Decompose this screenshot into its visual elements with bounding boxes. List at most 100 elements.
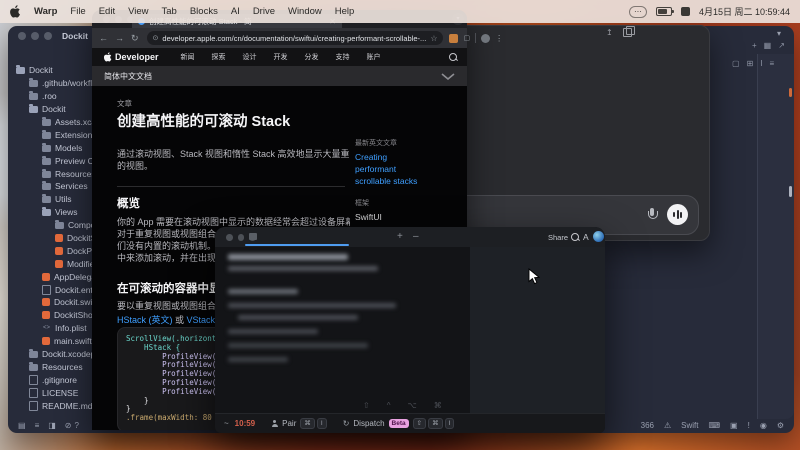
alert-icon[interactable]: ! <box>748 421 750 430</box>
account-avatar[interactable] <box>593 231 604 242</box>
back-button[interactable]: ← <box>99 33 108 43</box>
diagnostics-indicator[interactable]: ⊘? <box>65 421 79 430</box>
framework-value[interactable]: SwiftUI <box>355 212 455 222</box>
zoom-button[interactable] <box>44 32 52 40</box>
profile-avatar[interactable] <box>481 34 490 43</box>
article-title: 创建高性能的可滚动 Stack <box>117 110 290 131</box>
menu-item-tab[interactable]: Tab <box>162 6 177 17</box>
apple-developer-logo[interactable]: Developer <box>104 52 159 62</box>
new-window-icon[interactable] <box>623 28 632 37</box>
apple-nav-账户[interactable]: 账户 <box>367 52 381 62</box>
english-article-link-line[interactable]: Creating <box>355 152 455 162</box>
apple-nav-新闻[interactable]: 新闻 <box>181 52 195 62</box>
menu-item-window[interactable]: Window <box>288 6 322 17</box>
swift-icon <box>42 298 50 306</box>
panel-icon[interactable]: ▣ <box>730 421 738 430</box>
folder-icon <box>42 209 51 216</box>
menu-kebab-icon[interactable]: ⋮ <box>495 34 503 43</box>
hstack-link[interactable]: HStack (英文) <box>117 315 173 325</box>
pair-control[interactable]: Pair ⌘I <box>271 418 327 429</box>
menu-item-drive[interactable]: Drive <box>253 6 275 17</box>
terminal-panel-icon[interactable]: ▤ <box>18 421 26 430</box>
menu-item-blocks[interactable]: Blocks <box>190 6 218 17</box>
apple-nav-探索[interactable]: 探索 <box>212 52 226 62</box>
chevron-down-icon[interactable] <box>441 73 455 80</box>
dispatch-control[interactable]: ↻ Dispatch Beta ⇧⌘I <box>343 418 455 429</box>
line-count: 366 <box>641 421 654 430</box>
reload-button[interactable]: ↻ <box>131 33 139 44</box>
panel-add-icon[interactable]: ⊞ <box>747 59 754 68</box>
square-icon[interactable]: ▢ <box>732 59 740 68</box>
layout-panel-icon[interactable]: ◨ <box>48 421 56 430</box>
language-indicator[interactable]: Swift <box>681 421 698 430</box>
swift-icon <box>55 247 63 255</box>
new-tab-icon[interactable]: + <box>752 41 757 50</box>
folder-icon <box>42 158 51 165</box>
file-icon <box>29 375 38 385</box>
menu-item-view[interactable]: View <box>128 6 148 17</box>
menu-item-edit[interactable]: Edit <box>99 6 115 17</box>
address-bar[interactable]: ⊙ developer.apple.com/cn/documentation/s… <box>147 31 444 45</box>
latest-english-label: 最新英文文章 <box>355 138 455 148</box>
folder-icon <box>29 364 38 371</box>
folder-icon <box>42 145 51 152</box>
file-icon <box>29 388 38 398</box>
overflow-menu[interactable]: ··· <box>629 6 647 18</box>
apple-menu-icon[interactable] <box>10 5 21 18</box>
expand-icon[interactable]: ↗ <box>778 41 785 50</box>
minimize-button[interactable] <box>31 32 39 40</box>
menu-item-ai[interactable]: AI <box>231 6 240 17</box>
chevron-down-icon[interactable]: ▾ <box>777 29 781 38</box>
menu-item-file[interactable]: File <box>70 6 85 17</box>
menu-bar-clock[interactable]: 4月15日 周二 10:59:44 <box>699 5 790 18</box>
active-tab-indicator <box>245 244 349 246</box>
bookmark-star-icon[interactable]: ☆ <box>430 34 437 43</box>
english-article-link-line[interactable]: scrollable stacks <box>355 176 455 186</box>
sidepanel-icon[interactable]: ▢ <box>463 34 470 42</box>
apple-nav-分发[interactable]: 分发 <box>305 52 319 62</box>
tree-item-label: Dockit <box>29 65 53 75</box>
tree-item-label: Resources <box>42 362 83 372</box>
battery-icon[interactable] <box>656 7 672 16</box>
apple-nav-items: 新闻 探索 设计 开发 分发 支持 账户 <box>181 52 381 62</box>
editor-pane[interactable] <box>758 54 794 419</box>
menu-icon[interactable]: ≡ <box>770 59 775 68</box>
english-article-link[interactable]: Creating performant scrollable stacks <box>355 152 455 186</box>
apple-nav-设计[interactable]: 设计 <box>243 52 257 62</box>
settings-icon[interactable]: ⚙ <box>777 421 784 430</box>
english-article-link-line[interactable]: performant <box>355 164 455 174</box>
apple-nav-开发[interactable]: 开发 <box>274 52 288 62</box>
forward-button[interactable]: → <box>115 33 124 43</box>
tab-overflow[interactable]: – <box>413 231 419 242</box>
doc-language-bar[interactable]: 简体中文文档 <box>92 66 467 86</box>
voice-mode-button[interactable] <box>667 204 688 225</box>
menu-item-help[interactable]: Help <box>335 6 355 17</box>
apple-nav-支持[interactable]: 支持 <box>336 52 350 62</box>
extension-icon[interactable] <box>449 34 458 43</box>
record-icon[interactable]: ◉ <box>760 421 767 430</box>
microphone-icon[interactable] <box>647 208 656 222</box>
close-button[interactable] <box>18 32 26 40</box>
ibeam-icon[interactable]: I <box>760 59 762 68</box>
site-info-icon[interactable]: ⊙ <box>153 34 159 42</box>
active-app-menu[interactable]: Warp <box>34 6 57 17</box>
search-icon[interactable] <box>449 53 457 61</box>
menu-bar-left: Warp File Edit View Tab Blocks AI Drive Window H… <box>0 5 354 18</box>
keyboard-icon[interactable]: ⌨ <box>709 421 721 430</box>
minimize-button[interactable] <box>238 234 245 241</box>
search-icon[interactable] <box>571 233 579 241</box>
dispatch-shortcut: ⇧⌘I <box>413 418 455 429</box>
close-button[interactable] <box>226 234 233 241</box>
scrollbar-thumb[interactable] <box>789 186 792 197</box>
grid-icon[interactable]: ▦ <box>764 41 772 50</box>
share-up-icon[interactable]: ↥ <box>606 28 613 37</box>
new-tab-button[interactable]: + <box>397 231 403 242</box>
toolbar-actions: ▢ ⋮ <box>449 33 503 43</box>
font-size-button[interactable]: A <box>583 232 589 242</box>
input-source-icon[interactable] <box>681 7 690 16</box>
tree-item-label: Info.plist <box>55 323 87 333</box>
terminal-window[interactable]: + – Share A ⇧^⌥⌘ ~ 10:59 Pair ⌘I ↻ <box>215 227 605 433</box>
tree-item-label: main.swift <box>54 336 92 346</box>
list-panel-icon[interactable]: ≡ <box>35 421 40 430</box>
share-button[interactable]: Share <box>548 233 568 242</box>
